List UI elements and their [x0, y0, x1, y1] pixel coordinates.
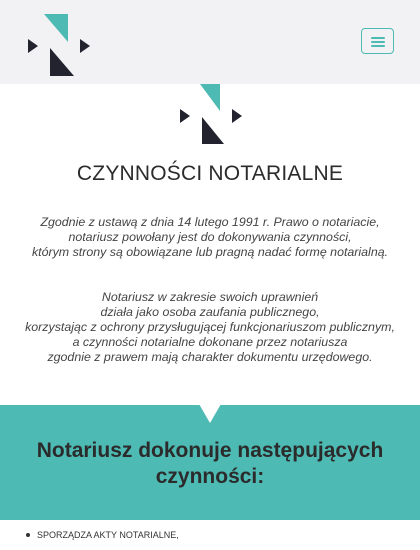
list-item: sporządza akty notarialne, [26, 530, 179, 540]
menu-toggle-button[interactable] [361, 28, 394, 54]
hamburger-icon-bar [371, 45, 385, 47]
intro-line: korzystając z ochrony przysługującej fun… [25, 320, 395, 334]
intro-line: zgodnie z prawem mają charakter dokument… [47, 350, 373, 364]
intro-paragraph: Notariusz w zakresie swoich uprawnień dz… [10, 290, 410, 365]
intro-paragraph: Zgodnie z ustawą z dnia 14 lutego 1991 r… [10, 215, 410, 260]
services-title: Notariusz dokonuje następujących czynnoś… [36, 439, 384, 488]
services-list-section: sporządza akty notarialne, [0, 520, 420, 550]
logo-icon [180, 84, 242, 144]
page-title: CZYNNOŚCI NOTARIALNE [76, 162, 344, 185]
intro-line: którym strony są obowiązane lub pragną n… [31, 245, 389, 259]
logo-icon[interactable] [28, 14, 90, 76]
hamburger-icon-bar [371, 41, 385, 43]
hamburger-icon [371, 37, 385, 39]
intro-line: Zgodnie z ustawą z dnia 14 lutego 1991 r… [40, 215, 380, 229]
services-list: sporządza akty notarialne, [26, 530, 179, 540]
intro-line: notariusz powołany jest do dokonywania c… [68, 230, 352, 244]
intro-line: Notariusz w zakresie swoich uprawnień [101, 290, 319, 304]
site-header [0, 0, 420, 84]
intro-line: a czynności notarialne dokonane przez no… [72, 335, 348, 349]
section-divider-notch [199, 404, 221, 423]
intro-line: działa jako osoba zaufania publicznego, [100, 305, 320, 319]
